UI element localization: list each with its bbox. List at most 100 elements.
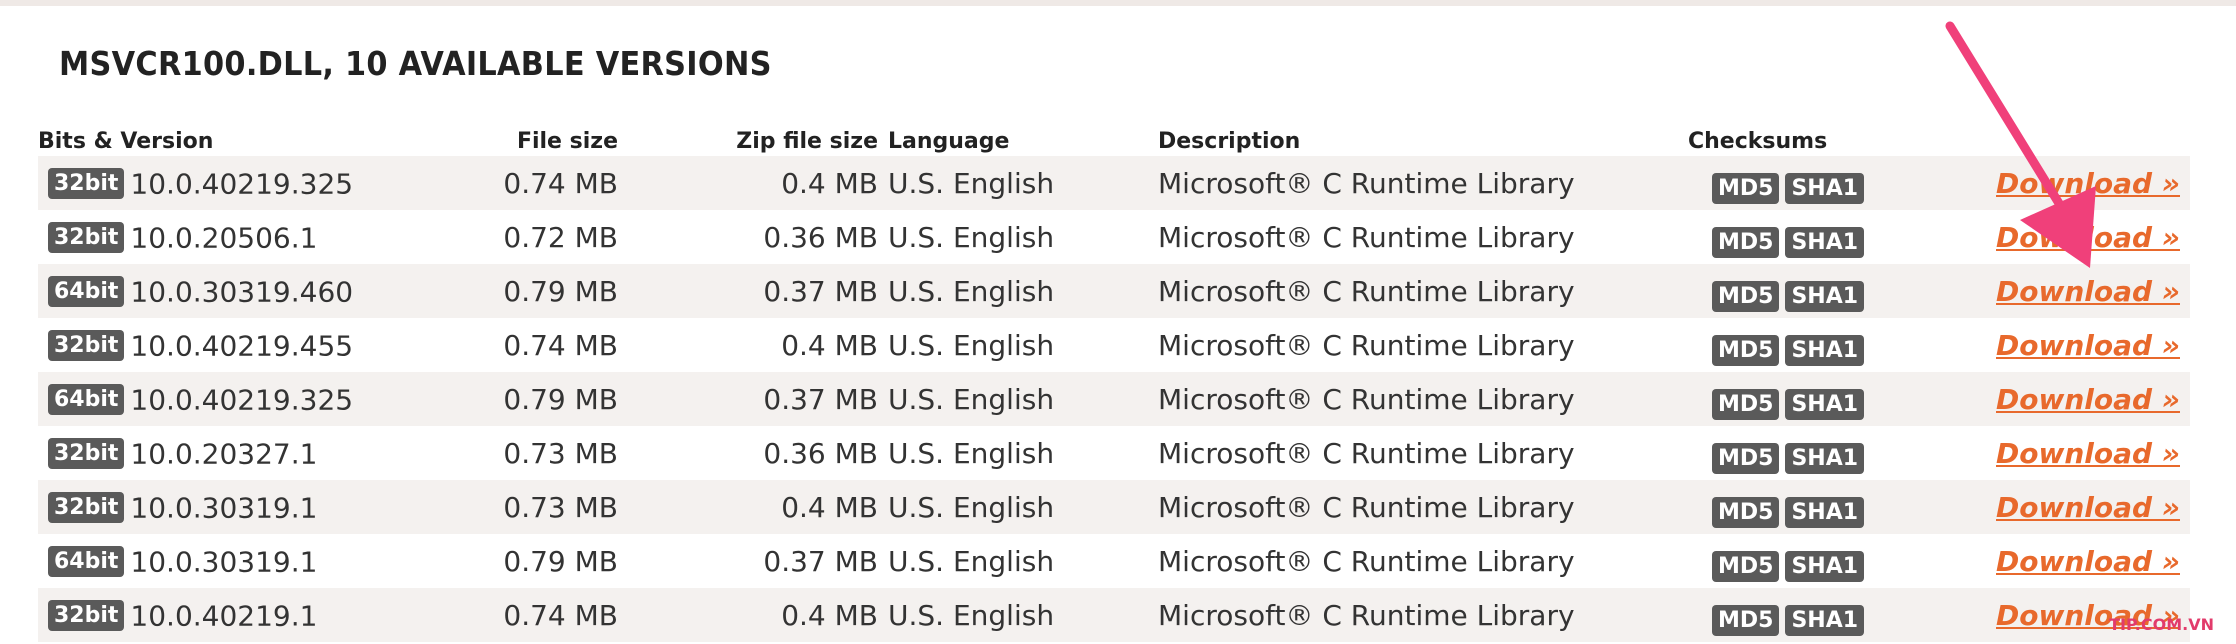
versions-panel: MSVCR100.DLL, 10 AVAILABLE VERSIONS Bits… [0,6,2236,644]
header-description: Description [1158,129,1301,154]
sha1-button[interactable]: SHA1 [1785,280,1865,312]
download-link[interactable]: Download » [1996,221,2180,254]
cell-download: Download » [1888,264,2190,318]
cell-zip-size: 0.37 MB [628,372,888,426]
cell-language: U.S. English [888,328,1055,362]
bits-badge: 32bit [48,600,125,632]
download-link[interactable]: Download » [1996,545,2180,578]
bits-badge: 32bit [48,438,125,470]
sha1-button[interactable]: SHA1 [1785,604,1865,636]
cell-checksums: MD5 SHA1 [1688,210,1888,264]
header-file-size: File size [516,129,618,154]
cell-bits-version: 32bit 10.0.40219.325 [38,156,353,210]
cell-bits-version: 64bit 10.0.30319.460 [38,264,353,318]
cell-bits-version: 32bit 10.0.20327.1 [38,426,317,480]
cell-download: Download » [1888,534,2190,588]
cell-description: Microsoft® C Runtime Library [1158,156,1688,210]
version-text: 10.0.30319.1 [130,545,318,579]
sha1-button[interactable]: SHA1 [1785,388,1865,420]
cell-zip-size: 0.4 MB [628,480,888,534]
cell-language: U.S. English [888,544,1055,578]
cell-bits-version: 32bit 10.0.30319.1 [38,480,317,534]
cell-checksums: MD5 SHA1 [1688,156,1888,210]
cell-checksums: MD5 SHA1 [1688,426,1888,480]
download-link[interactable]: Download » [1996,437,2180,470]
version-text: 10.0.20327.1 [130,437,318,471]
sha1-button[interactable]: SHA1 [1785,550,1865,582]
bits-badge: 32bit [48,168,125,200]
cell-file-size: 0.79 MB [503,544,618,578]
cell-download: Download » [1888,318,2190,372]
cell-zip-size: 0.4 MB [628,156,888,210]
cell-download: Download » [1888,156,2190,210]
header-zip-size: Zip file size [736,129,878,154]
bits-badge: 32bit [48,492,125,524]
md5-button[interactable]: MD5 [1711,550,1780,582]
sha1-button[interactable]: SHA1 [1785,334,1865,366]
table-row: 32bit 10.0.30319.1 0.73 MB 0.4 MB U.S. Engli… [38,480,2190,534]
sha1-button[interactable]: SHA1 [1785,496,1865,528]
md5-button[interactable]: MD5 [1711,388,1780,420]
md5-button[interactable]: MD5 [1711,172,1780,204]
md5-button[interactable]: MD5 [1711,496,1780,528]
cell-bits-version: 64bit 10.0.40219.325 [38,372,353,426]
download-link[interactable]: Download » [1996,491,2180,524]
sha1-button[interactable]: SHA1 [1785,172,1865,204]
cell-bits-version: 64bit 10.0.30319.1 [38,534,317,588]
cell-description: Microsoft® C Runtime Library [1158,436,1575,470]
cell-description: Microsoft® C Runtime Library [1158,372,1688,426]
md5-button[interactable]: MD5 [1711,280,1780,312]
cell-download: Download » [1888,426,2190,480]
cell-zip-size: 0.37 MB [763,544,878,578]
cell-language: U.S. English [888,220,1055,254]
table-row: 32bit 10.0.20327.1 0.73 MB 0.36 MB U.S. Engl… [38,426,2190,480]
download-link[interactable]: Download » [1996,383,2180,416]
table-row: 64bit 10.0.30319.460 0.79 MB 0.37 MB U.S. En… [38,264,2190,318]
table-row: 64bit 10.0.40219.325 0.79 MB 0.37 MB U.S. En… [38,372,2190,426]
cell-zip-size: 0.4 MB [628,588,888,642]
header-checksums: Checksums [1688,129,1828,154]
cell-checksums: MD5 SHA1 [1688,372,1888,426]
cell-checksums: MD5 SHA1 [1688,534,1888,588]
md5-button[interactable]: MD5 [1711,604,1780,636]
version-text: 10.0.40219.325 [130,167,354,201]
download-link[interactable]: Download » [1996,167,2180,200]
cell-checksums: MD5 SHA1 [1688,588,1888,642]
md5-button[interactable]: MD5 [1711,334,1780,366]
md5-button[interactable]: MD5 [1711,442,1780,474]
cell-download: Download » [1888,210,2190,264]
cell-checksums: MD5 SHA1 [1688,318,1888,372]
cell-zip-size: 0.36 MB [763,436,878,470]
table-row: 32bit 10.0.20506.1 0.72 MB 0.36 MB U.S. Engl… [38,210,2190,264]
sha1-button[interactable]: SHA1 [1785,442,1865,474]
cell-language: U.S. English [888,436,1055,470]
version-text: 10.0.30319.1 [130,491,318,525]
cell-bits-version: 32bit 10.0.20506.1 [38,210,317,264]
cell-zip-size: 0.36 MB [763,220,878,254]
cell-description: Microsoft® C Runtime Library [1158,588,1688,642]
cell-checksums: MD5 SHA1 [1688,264,1888,318]
download-link[interactable]: Download » [1996,329,2180,362]
cell-description: Microsoft® C Runtime Library [1158,264,1688,318]
sha1-button[interactable]: SHA1 [1785,226,1865,258]
cell-bits-version: 32bit 10.0.40219.455 [38,318,353,372]
cell-language: U.S. English [888,156,1158,210]
cell-zip-size: 0.4 MB [781,328,878,362]
cell-download: Download » [1888,480,2190,534]
bits-badge: 32bit [48,222,125,254]
cell-description: Microsoft® C Runtime Library [1158,328,1575,362]
cell-bits-version: 32bit 10.0.40219.1 [38,588,317,642]
bits-badge: 64bit [48,276,125,308]
md5-button[interactable]: MD5 [1711,226,1780,258]
download-link[interactable]: Download » [1996,275,2180,308]
cell-description: Microsoft® C Runtime Library [1158,544,1575,578]
bits-badge: 64bit [48,384,125,416]
versions-table: Bits & Version File size Zip file size L… [38,116,2190,642]
header-bits-version: Bits & Version [38,129,214,154]
cell-file-size: 0.74 MB [300,588,628,642]
cell-checksums: MD5 SHA1 [1688,480,1888,534]
version-text: 10.0.30319.460 [130,275,354,309]
cell-description: Microsoft® C Runtime Library [1158,220,1575,254]
cell-language: U.S. English [888,372,1158,426]
version-text: 10.0.40219.455 [130,329,354,363]
